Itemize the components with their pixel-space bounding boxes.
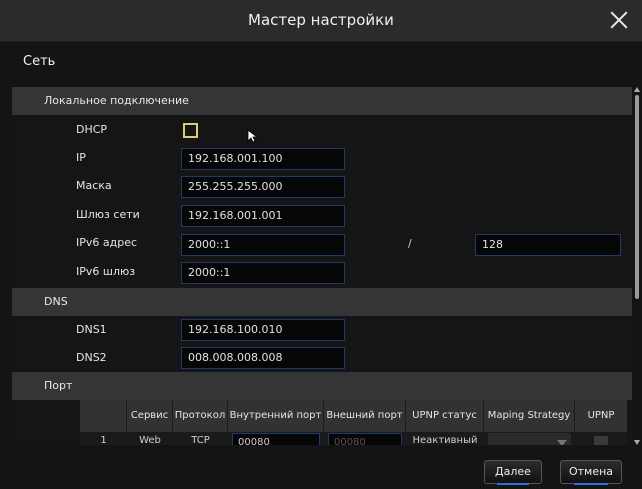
row-upnp-status: Неактивный xyxy=(412,435,478,445)
cancel-button[interactable]: Отмена xyxy=(560,460,622,485)
gateway-label: Шлюз сети xyxy=(76,208,140,221)
section-title: Порт xyxy=(44,379,73,392)
scroll-up-icon[interactable] xyxy=(634,87,640,92)
section-header-port: Порт xyxy=(12,372,632,400)
ipv6-address-field[interactable]: 2000::1 xyxy=(181,234,345,256)
page-title: Сеть xyxy=(23,54,56,69)
ipv6-prefix-field[interactable]: 128 xyxy=(475,234,621,256)
column-header-mapping-strategy: Maping Strategy xyxy=(484,400,575,432)
vertical-scrollbar[interactable] xyxy=(634,87,640,445)
mask-field[interactable]: 255.255.255.000 xyxy=(181,176,345,198)
ip-field[interactable]: 192.168.001.100 xyxy=(181,148,345,170)
column-header-index xyxy=(80,400,127,432)
column-header-upnp-status: UPNP статус xyxy=(406,400,484,432)
window-title: Мастер настройки xyxy=(248,11,394,29)
ip-label: IP xyxy=(76,151,86,164)
dhcp-checkbox[interactable] xyxy=(183,123,198,138)
mask-label: Маска xyxy=(76,179,112,192)
dns1-field[interactable]: 192.168.100.010 xyxy=(181,319,345,341)
upnp-checkbox[interactable] xyxy=(594,436,608,445)
row-service: Web xyxy=(139,435,161,445)
dhcp-label: DHCP xyxy=(76,123,108,136)
port-table: Сервис Протокол Внутренний порт Внешний … xyxy=(80,400,627,445)
section-header-dns: DNS xyxy=(12,288,632,316)
column-header-service: Сервис xyxy=(127,400,173,432)
next-button[interactable]: Далее xyxy=(484,460,542,485)
section-header-local-connection: Локальное подключение xyxy=(12,87,632,115)
title-bar: Мастер настройки xyxy=(0,0,642,42)
column-header-internal-port: Внутренний порт xyxy=(228,400,324,432)
section-title: DNS xyxy=(44,295,68,308)
close-icon[interactable] xyxy=(608,9,630,31)
internal-port-field[interactable]: 00080 xyxy=(232,433,320,445)
section-title: Локальное подключение xyxy=(44,94,189,107)
column-header-protocol: Протокол xyxy=(173,400,228,432)
column-header-external-port: Внешний порт xyxy=(324,400,406,432)
column-header-upnp: UPNP xyxy=(575,400,627,432)
ipv6-gateway-field[interactable]: 2000::1 xyxy=(181,262,345,284)
scrollbar-thumb[interactable] xyxy=(635,95,639,299)
dns2-field[interactable]: 008.008.008.008 xyxy=(181,347,345,369)
dns2-label: DNS2 xyxy=(76,351,107,364)
footer-bar: Далее Отмена xyxy=(0,445,642,489)
dns1-label: DNS1 xyxy=(76,323,107,336)
mouse-pointer-icon xyxy=(247,129,257,143)
settings-panel: Локальное подключение DHCP IP 192.168.00… xyxy=(12,87,632,445)
gateway-field[interactable]: 192.168.001.001 xyxy=(181,205,345,227)
row-index: 1 xyxy=(100,435,107,445)
prefix-separator: / xyxy=(408,237,412,250)
mapping-strategy-select[interactable] xyxy=(488,433,571,445)
row-protocol: TCP xyxy=(191,435,210,445)
ipv6-gateway-label: IPv6 шлюз xyxy=(76,265,136,278)
setup-wizard-window: Мастер настройки Сеть Локальное подключе… xyxy=(0,0,642,489)
external-port-field[interactable]: 00080 xyxy=(328,433,402,445)
ipv6-address-label: IPv6 адрес xyxy=(76,236,138,249)
